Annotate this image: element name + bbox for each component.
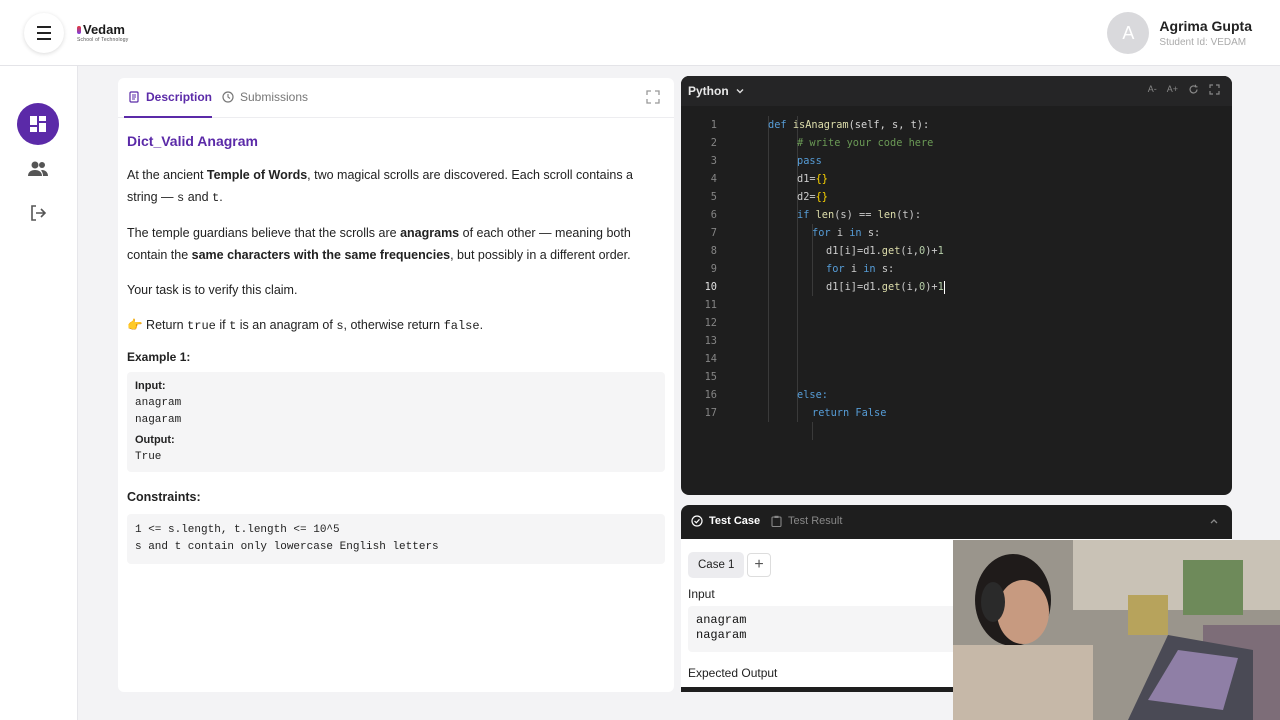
paragraph-intro: At the ancient Temple of Words, two magi…: [127, 168, 634, 205]
code-line: 2 # write your code here: [710, 137, 934, 149]
example-input-1: anagram: [135, 397, 182, 409]
code-line: 8 d1[i]=d1.get(i,0)+1: [710, 245, 944, 257]
constraints-title: Constraints:: [127, 490, 201, 504]
editor-toolbar: Python A- A+: [681, 76, 1232, 106]
users-icon: [28, 161, 48, 176]
dashboard-icon: [30, 116, 46, 132]
expected-output-label: Expected Output: [688, 666, 778, 680]
webcam-overlay: [953, 540, 1280, 720]
font-decrease-button[interactable]: A-: [1148, 84, 1157, 95]
example-title: Example 1:: [127, 350, 191, 364]
problem-title: Dict_Valid Anagram: [127, 133, 258, 149]
code-line: 15: [704, 371, 717, 383]
editor-tools: A- A+: [1148, 84, 1220, 95]
webcam-video: [953, 540, 1280, 720]
example-input-2: nagaram: [135, 414, 182, 426]
code-editor[interactable]: Python A- A+ 1 def isAnagram(self, s, t):…: [681, 76, 1232, 495]
paragraph-anagrams: The temple guardians believe that the sc…: [127, 226, 631, 262]
code-line: 17 return False: [704, 407, 887, 419]
problem-statement: Dict_Valid Anagram At the ancient Temple…: [127, 130, 665, 564]
code-line: 7 for i in s:: [710, 227, 881, 239]
tab-test-result[interactable]: Test Result: [771, 515, 842, 527]
chevron-up-icon[interactable]: [1208, 515, 1220, 527]
logo[interactable]: Vedam School of Technology: [77, 22, 128, 43]
check-circle-icon: [691, 515, 703, 527]
logo-mark-icon: [77, 25, 81, 34]
code-line: 12: [704, 317, 717, 329]
sidebar-item-logout[interactable]: [17, 192, 59, 234]
avatar[interactable]: A: [1107, 12, 1150, 54]
paragraph-return: 👉 Return true if t is an anagram of s, o…: [127, 318, 484, 333]
code-line: 13: [704, 335, 717, 347]
logo-text: Vedam: [83, 22, 125, 37]
constraint-1: 1 <= s.length, t.length <= 10^5: [135, 524, 340, 536]
description-panel: Description Submissions Dict_Valid Anagr…: [118, 78, 674, 692]
font-increase-button[interactable]: A+: [1167, 84, 1178, 95]
logout-icon: [31, 205, 47, 221]
top-bar: Vedam School of Technology A Agrima Gupt…: [0, 0, 1280, 66]
example-output: True: [135, 451, 162, 463]
example-input-label: Input:: [135, 380, 166, 392]
reset-icon[interactable]: [1188, 84, 1199, 95]
tab-submissions[interactable]: Submissions: [222, 90, 308, 104]
example-output-label: Output:: [135, 434, 175, 446]
code-line: 14: [704, 353, 717, 365]
active-tab-indicator: [124, 116, 212, 118]
add-case-button[interactable]: +: [747, 553, 771, 577]
code-line: 11: [704, 299, 717, 311]
fullscreen-icon[interactable]: [1209, 84, 1220, 95]
code-line: 1 def isAnagram(self, s, t):: [710, 119, 930, 131]
clock-icon: [222, 91, 234, 103]
student-id: Student Id: VEDAM: [1159, 37, 1247, 48]
code-line: 9 for i in s:: [710, 263, 895, 275]
user-name: Agrima Gupta: [1159, 18, 1252, 34]
example-box: Input: anagram nagaram Output: True: [127, 372, 665, 472]
code-area[interactable]: 1 def isAnagram(self, s, t): 2 # write you…: [681, 116, 1232, 440]
constraints-box: 1 <= s.length, t.length <= 10^5 s and t …: [127, 514, 665, 564]
constraint-2: s and t contain only lowercase English l…: [135, 541, 439, 553]
menu-button[interactable]: [24, 13, 64, 53]
sidebar-item-dashboard[interactable]: [17, 103, 59, 145]
paragraph-task: Your task is to verify this claim.: [127, 283, 298, 297]
tab-description[interactable]: Description: [128, 90, 212, 104]
input-label: Input: [688, 587, 715, 601]
description-tabs: Description Submissions: [118, 78, 674, 118]
text-cursor: [943, 280, 945, 294]
sidebar-item-users[interactable]: [17, 148, 59, 190]
expand-icon[interactable]: [646, 90, 660, 104]
logo-subtitle: School of Technology: [77, 37, 129, 43]
language-select[interactable]: Python: [688, 84, 745, 98]
user-profile[interactable]: A Agrima Gupta Student Id: VEDAM: [1107, 12, 1252, 54]
code-line: 3 pass: [710, 155, 822, 167]
code-line: 10 d1[i]=d1.get(i,0)+1: [704, 280, 945, 294]
case-1-tab[interactable]: Case 1: [688, 552, 745, 578]
document-icon: [129, 91, 139, 103]
chevron-down-icon: [736, 89, 744, 94]
clipboard-icon: [771, 515, 782, 527]
code-line: 6 if len(s) == len(t):: [710, 209, 922, 221]
code-line: 16 else:: [704, 389, 828, 401]
tab-test-case[interactable]: Test Case: [691, 515, 760, 527]
code-line: 4 d1={}: [710, 173, 829, 185]
pointing-hand-icon: 👉: [127, 318, 143, 332]
test-panel-header: Test Case Test Result: [681, 505, 1232, 539]
indent-guide: [812, 422, 813, 440]
sidebar: [0, 66, 78, 720]
code-line: 5 d2={}: [710, 191, 829, 203]
hamburger-icon: [37, 24, 51, 42]
